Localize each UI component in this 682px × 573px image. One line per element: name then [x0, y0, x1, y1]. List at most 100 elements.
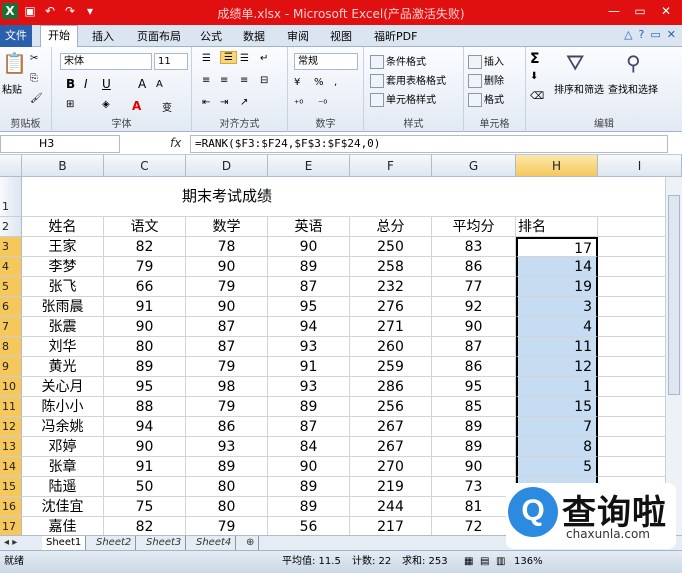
normal-view-icon[interactable]: ▦ [464, 551, 473, 572]
tab-data[interactable]: 数据 [243, 28, 265, 44]
table-cell[interactable]: 232 [350, 277, 432, 297]
table-cell[interactable]: 89 [268, 497, 350, 517]
table-cell[interactable]: 95 [432, 377, 516, 397]
table-cell[interactable]: 78 [186, 237, 268, 257]
delete-button[interactable]: 删除 [468, 72, 504, 88]
row-header[interactable]: 1 [0, 177, 22, 217]
table-cell[interactable]: 82 [104, 517, 186, 537]
maximize-button[interactable]: ▭ [628, 2, 652, 20]
rank-cell[interactable]: 12 [516, 357, 598, 377]
help-icon[interactable]: ? [639, 28, 645, 41]
table-cell[interactable]: 87 [268, 417, 350, 437]
tab-home[interactable]: 开始 [40, 25, 78, 48]
table-cell[interactable]: 87 [186, 337, 268, 357]
fill-icon[interactable]: ⬇ [530, 71, 538, 82]
scroll-thumb[interactable] [668, 195, 680, 395]
row-header[interactable]: 4 [0, 257, 22, 277]
table-cell[interactable]: 93 [186, 437, 268, 457]
header-cell[interactable]: 平均分 [432, 217, 516, 237]
wrap-text-icon[interactable]: ↵ [260, 53, 268, 64]
table-cell[interactable]: 98 [186, 377, 268, 397]
rank-cell[interactable]: 15 [516, 397, 598, 417]
table-cell[interactable]: 85 [432, 397, 516, 417]
copy-icon[interactable]: ⎘ [30, 73, 38, 84]
table-cell[interactable]: 90 [268, 237, 350, 257]
table-cell[interactable]: 219 [350, 477, 432, 497]
font-size-select[interactable]: 11 [154, 53, 188, 70]
page-break-view-icon[interactable]: ▥ [496, 551, 505, 572]
table-cell[interactable]: 陆遥 [22, 477, 104, 497]
align-left-icon[interactable]: ≡ [202, 75, 210, 86]
rank-cell[interactable]: 7 [516, 417, 598, 437]
rank-cell[interactable]: 1 [516, 377, 598, 397]
table-cell[interactable]: 91 [104, 457, 186, 477]
sheet-tab-1[interactable]: Sheet1 [42, 536, 87, 550]
table-cell[interactable]: 冯余姚 [22, 417, 104, 437]
row-header[interactable]: 15 [0, 477, 22, 497]
table-cell[interactable]: 286 [350, 377, 432, 397]
table-cell[interactable]: 刘华 [22, 337, 104, 357]
header-cell[interactable]: 英语 [268, 217, 350, 237]
font-color-button[interactable]: A [132, 99, 141, 113]
cut-icon[interactable]: ✂ [30, 53, 38, 64]
row-header[interactable]: 16 [0, 497, 22, 517]
row-header[interactable]: 12 [0, 417, 22, 437]
name-box[interactable]: H3 [0, 135, 120, 153]
table-cell[interactable]: 73 [432, 477, 516, 497]
table-cell[interactable]: 89 [104, 357, 186, 377]
bold-button[interactable]: B [66, 77, 75, 91]
table-cell[interactable]: 89 [268, 477, 350, 497]
decrease-decimal-icon[interactable]: ⁻⁰ [318, 99, 327, 110]
table-cell[interactable]: 张震 [22, 317, 104, 337]
header-cell[interactable]: 数学 [186, 217, 268, 237]
table-cell[interactable]: 50 [104, 477, 186, 497]
tab-review[interactable]: 审阅 [287, 28, 309, 44]
rank-cell[interactable]: 8 [516, 437, 598, 457]
cell[interactable] [22, 177, 104, 217]
sheet-nav-icon[interactable]: ◂ ▸ [0, 536, 40, 550]
table-cell[interactable]: 72 [432, 517, 516, 537]
vertical-scrollbar[interactable] [665, 177, 682, 535]
rank-cell[interactable]: 19 [516, 277, 598, 297]
tab-formulas[interactable]: 公式 [200, 28, 222, 44]
currency-icon[interactable]: ¥ [294, 77, 300, 88]
rank-cell[interactable]: 5 [516, 457, 598, 477]
table-cell[interactable]: 276 [350, 297, 432, 317]
table-cell[interactable]: 267 [350, 437, 432, 457]
table-cell[interactable]: 86 [186, 417, 268, 437]
minimize-button[interactable]: — [602, 2, 626, 20]
table-cell[interactable]: 79 [186, 517, 268, 537]
table-cell[interactable]: 79 [186, 397, 268, 417]
table-cell[interactable]: 90 [186, 297, 268, 317]
number-format-select[interactable]: 常规 [294, 53, 358, 70]
row-header[interactable]: 2 [0, 217, 22, 237]
table-cell[interactable]: 82 [104, 237, 186, 257]
table-cell[interactable]: 93 [268, 337, 350, 357]
table-cell[interactable]: 89 [268, 397, 350, 417]
paste-button[interactable]: 粘贴 [2, 81, 22, 96]
row-header[interactable]: 7 [0, 317, 22, 337]
rank-cell[interactable]: 11 [516, 337, 598, 357]
row-header[interactable]: 13 [0, 437, 22, 457]
table-cell[interactable]: 90 [268, 457, 350, 477]
table-cell[interactable]: 94 [104, 417, 186, 437]
font-size-decrease-button[interactable]: A [156, 79, 163, 90]
border-icon[interactable]: ⊞ [66, 99, 74, 110]
column-header[interactable]: G [432, 155, 516, 177]
table-cell[interactable]: 91 [104, 297, 186, 317]
decrease-indent-icon[interactable]: ⇤ [202, 97, 210, 108]
table-cell[interactable]: 87 [268, 277, 350, 297]
align-top-icon[interactable]: ☰ [202, 53, 211, 64]
format-painter-icon[interactable]: 🖌 [30, 93, 43, 104]
table-cell[interactable]: 81 [432, 497, 516, 517]
table-cell[interactable]: 56 [268, 517, 350, 537]
column-header[interactable]: B [22, 155, 104, 177]
table-cell[interactable]: 79 [104, 257, 186, 277]
tab-foxit-pdf[interactable]: 福昕PDF [374, 28, 417, 44]
sheet-tab-2[interactable]: Sheet2 [92, 536, 137, 550]
table-cell[interactable]: 79 [186, 357, 268, 377]
table-cell[interactable]: 83 [432, 237, 516, 257]
close-button[interactable]: ✕ [654, 2, 678, 20]
table-cell[interactable]: 79 [186, 277, 268, 297]
table-cell[interactable]: 89 [432, 437, 516, 457]
